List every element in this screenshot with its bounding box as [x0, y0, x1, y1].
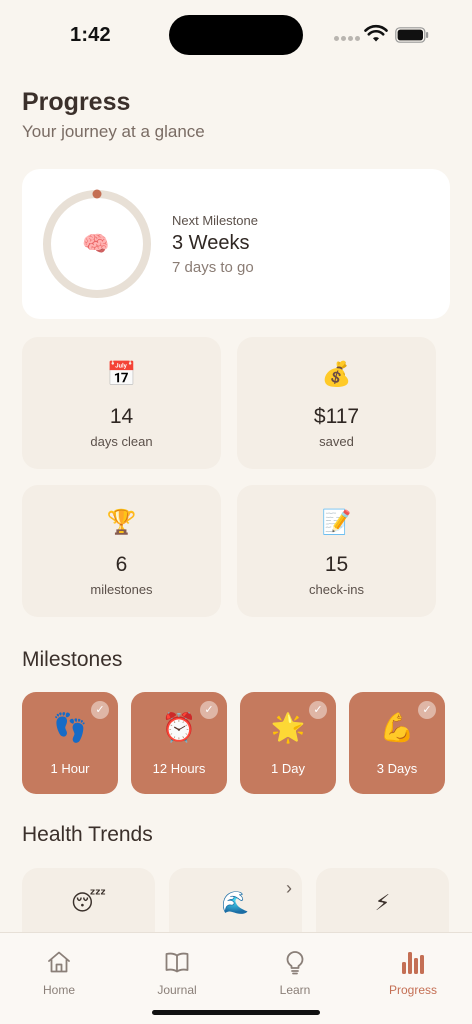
home-icon: [48, 951, 70, 973]
milestone-label: 1 Hour: [50, 761, 90, 776]
stat-card-days-clean[interactable]: 📅 14 days clean: [22, 337, 221, 469]
page-subtitle: Your journey at a glance: [22, 122, 205, 141]
trophy-icon: 🏆: [106, 509, 137, 536]
milestones-heading: Milestones: [22, 648, 123, 671]
stat-card-milestones[interactable]: 🏆 6 milestones: [22, 485, 221, 617]
stat-label: milestones: [90, 582, 153, 597]
milestone-tile-3-days[interactable]: ✓ 💪 3 Days: [349, 692, 445, 794]
brain-icon: 🧠: [82, 231, 110, 256]
cellular-signal-icon: [334, 36, 360, 41]
bar-chart-icon: [402, 952, 424, 974]
tab-label: Learn: [279, 983, 311, 997]
milestone-tile-1-hour[interactable]: ✓ 👣 1 Hour: [22, 692, 118, 794]
lightning-icon: ⚡: [374, 890, 391, 915]
stat-value: 14: [109, 405, 134, 428]
money-bag-icon: 💰: [321, 361, 352, 388]
milestone-label: 1 Day: [271, 761, 305, 776]
tab-label: Home: [42, 983, 75, 997]
tab-journal[interactable]: Journal: [118, 933, 236, 1003]
progress-ring-marker: [92, 189, 102, 199]
tab-label: Journal: [157, 983, 197, 997]
next-milestone-label: Next Milestone: [172, 213, 258, 228]
battery-icon: [395, 27, 429, 43]
page-title: Progress: [22, 88, 131, 116]
status-time: 1:42: [70, 24, 111, 46]
milestone-tile-12-hours[interactable]: ✓ ⏰ 12 Hours: [131, 692, 227, 794]
wave-icon: 🌊: [221, 890, 250, 915]
wifi-icon: [364, 24, 388, 42]
stat-label: days clean: [90, 434, 153, 449]
star-icon: 🌟: [270, 712, 306, 743]
stat-label: saved: [319, 434, 354, 449]
tab-progress[interactable]: Progress: [354, 933, 472, 1003]
stat-card-saved[interactable]: 💰 $117 saved: [237, 337, 436, 469]
book-icon: [165, 952, 189, 973]
milestone-label: 3 Days: [376, 761, 418, 776]
next-milestone-card[interactable]: 🧠 Next Milestone 3 Weeks 7 days to go: [22, 169, 450, 319]
stat-label: check-ins: [309, 582, 364, 597]
next-milestone-value: 3 Weeks: [172, 232, 250, 254]
alarm-clock-icon: ⏰: [161, 712, 197, 743]
tab-learn[interactable]: Learn: [236, 933, 354, 1003]
home-indicator[interactable]: [152, 1010, 320, 1015]
lightbulb-icon: [286, 951, 304, 975]
status-bar: 1:42: [0, 0, 472, 70]
tab-home[interactable]: Home: [0, 933, 118, 1003]
stat-card-check-ins[interactable]: 📝 15 check-ins: [237, 485, 436, 617]
stat-value: 15: [324, 553, 349, 576]
health-trends-heading: Health Trends: [22, 823, 153, 846]
milestone-tile-1-day[interactable]: ✓ 🌟 1 Day: [240, 692, 336, 794]
next-milestone-remaining: 7 days to go: [172, 259, 254, 276]
flexed-biceps-icon: 💪: [379, 712, 415, 743]
memo-icon: 📝: [321, 509, 352, 536]
stat-value: $117: [313, 405, 360, 428]
sleeping-face-icon: 😴: [70, 890, 107, 915]
calendar-icon: 📅: [106, 361, 137, 388]
progress-screen: 1:42 Progress Your journey at a glance 🧠…: [0, 0, 472, 1024]
dynamic-island: [169, 15, 303, 55]
milestone-label: 12 Hours: [152, 761, 206, 776]
stat-value: 6: [115, 553, 128, 576]
footprints-icon: 👣: [52, 712, 88, 743]
tab-label: Progress: [388, 983, 438, 997]
